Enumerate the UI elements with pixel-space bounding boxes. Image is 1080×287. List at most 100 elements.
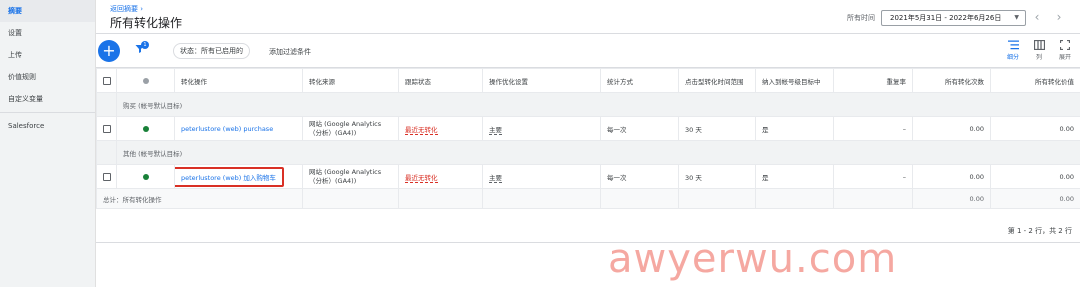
row-counting: 每一次 (600, 116, 679, 141)
header-click-window[interactable]: 点击型转化时间范围 (678, 68, 756, 93)
header-action[interactable]: 转化操作 (174, 68, 303, 93)
plus-icon: + (102, 41, 116, 60)
total-all-conversions: 0.00 (912, 188, 991, 209)
header-include[interactable]: 纳入到帐号级目标中 (755, 68, 834, 93)
tracking-status[interactable]: 最近无转化 (405, 173, 438, 183)
header-source[interactable]: 转化来源 (302, 68, 399, 93)
row-tracking-cell: 最近无转化 (398, 116, 483, 141)
expand-label: 展开 (1058, 54, 1071, 61)
row-optimization-cell: 主要 (482, 116, 601, 141)
add-filter-button[interactable]: 添加过滤条件 (269, 47, 311, 57)
next-period-button[interactable]: › (1052, 10, 1066, 26)
row-all-value: 0.00 (990, 164, 1080, 189)
tracking-status[interactable]: 最近无转化 (405, 125, 438, 135)
status-filter-chip[interactable]: 状态：所有已启用的 (173, 43, 250, 59)
total-row: 总计：所有转化操作 0.00 0.00 (96, 188, 1080, 209)
add-conversion-button[interactable]: + (98, 40, 120, 62)
sidebar-item-uploads[interactable]: 上传 (0, 44, 95, 66)
row-checkbox[interactable] (103, 124, 111, 133)
row-counting: 每一次 (600, 164, 679, 189)
table-row: peterlustore (web) 加入购物车 网站 (Google Anal… (96, 164, 1080, 189)
group-spacer (96, 140, 117, 165)
date-range-picker[interactable]: 2021年5月31日 - 2022年6月26日 ▼ (881, 10, 1026, 26)
optimization-setting[interactable]: 主要 (489, 125, 502, 135)
total-empty (482, 188, 601, 209)
watermark-text: awyerwu.com (608, 236, 898, 282)
conversion-action-link[interactable]: peterlustore (web) purchase (181, 125, 273, 133)
header-repeat[interactable]: 重复率 (833, 68, 913, 93)
row-click-window: 30 天 (678, 116, 756, 141)
row-tracking-cell: 最近无转化 (398, 164, 483, 189)
status-header (116, 68, 175, 93)
row-click-window: 30 天 (678, 164, 756, 189)
chevron-left-icon: ‹ (1034, 10, 1040, 24)
sidebar-item-summary[interactable]: 摘要 (0, 0, 95, 22)
row-all-value: 0.00 (990, 116, 1080, 141)
table-toolbar: + 1 状态：所有已启用的 添加过滤条件 细分 列 展开 (96, 34, 1080, 68)
group-label: 购买 (帐号默认目标) (116, 92, 1080, 117)
total-empty (600, 188, 679, 209)
row-optimization-cell: 主要 (482, 164, 601, 189)
group-label: 其他 (帐号默认目标) (116, 140, 1080, 165)
status-enabled-icon (142, 125, 149, 132)
group-row-purchase: 购买 (帐号默认目标) (96, 92, 1080, 117)
columns-button[interactable]: 列 (1028, 40, 1050, 66)
total-all-value: 0.00 (990, 188, 1080, 209)
table-row: peterlustore (web) purchase 网站 (Google A… (96, 116, 1080, 141)
optimization-setting[interactable]: 主要 (489, 173, 502, 183)
previous-period-button[interactable]: ‹ (1030, 10, 1044, 26)
header-tracking[interactable]: 跟踪状态 (398, 68, 483, 93)
segment-label: 细分 (1006, 54, 1019, 61)
status-dot-icon (142, 77, 149, 84)
row-repeat: – (833, 116, 913, 141)
chevron-right-icon: › (1056, 10, 1062, 24)
header-optimization[interactable]: 操作优化设置 (482, 68, 601, 93)
row-checkbox[interactable] (103, 172, 111, 181)
total-empty (755, 188, 834, 209)
row-all-conversions: 0.00 (912, 164, 991, 189)
pagination-summary: 第 1 - 2 行，共 2 行 (1007, 227, 1072, 235)
header-all-value[interactable]: 所有转化价值 (990, 68, 1080, 93)
expand-icon (1060, 40, 1070, 50)
row-source: 网站 (Google Analytics（分析）(GA4)) (302, 116, 399, 141)
segment-icon (1007, 40, 1019, 50)
sidebar-item-value-rules[interactable]: 价值规则 (0, 66, 95, 88)
highlight-box: peterlustore (web) 加入购物车 (175, 166, 284, 187)
expand-button[interactable]: 展开 (1054, 40, 1076, 66)
row-all-conversions: 0.00 (912, 116, 991, 141)
sidebar-item-settings[interactable]: 设置 (0, 22, 95, 44)
header-all-conversions[interactable]: 所有转化次数 (912, 68, 991, 93)
date-range-value: 2021年5月31日 - 2022年6月26日 (890, 14, 1002, 22)
chevron-right-icon: › (140, 5, 144, 13)
columns-label: 列 (1035, 54, 1042, 61)
sidebar-item-custom-variables[interactable]: 自定义变量 (0, 88, 95, 110)
total-empty (302, 188, 399, 209)
row-include: 是 (755, 164, 834, 189)
page-header: 返回摘要 › 所有转化操作 所有时间 2021年5月31日 - 2022年6月2… (96, 0, 1080, 34)
select-all-checkbox[interactable] (103, 76, 111, 85)
header-counting[interactable]: 统计方式 (600, 68, 679, 93)
row-source: 网站 (Google Analytics（分析）(GA4)) (302, 164, 399, 189)
sidebar-item-salesforce[interactable]: Salesforce (0, 115, 95, 137)
page-title: 所有转化操作 (110, 16, 183, 30)
row-status-cell (116, 116, 175, 141)
total-empty (398, 188, 483, 209)
select-all-cell (96, 68, 117, 93)
row-status-cell (116, 164, 175, 189)
conversion-action-link[interactable]: peterlustore (web) 加入购物车 (181, 174, 276, 182)
caret-down-icon: ▼ (1014, 14, 1019, 21)
total-empty (833, 188, 913, 209)
row-select-cell (96, 116, 117, 141)
segment-button[interactable]: 细分 (1002, 40, 1024, 66)
main-content: 返回摘要 › 所有转化操作 所有时间 2021年5月31日 - 2022年6月2… (96, 0, 1080, 287)
total-label: 总计：所有转化操作 (96, 188, 303, 209)
row-action-cell: peterlustore (web) 加入购物车 (174, 164, 303, 189)
row-select-cell (96, 164, 117, 189)
date-range-label: 所有时间 (847, 14, 875, 22)
status-enabled-icon (142, 173, 149, 180)
columns-icon (1033, 40, 1045, 50)
back-link-label[interactable]: 返回摘要 (110, 5, 138, 13)
table-header-row: 转化操作 转化来源 跟踪状态 操作优化设置 统计方式 点击型转化时间范围 纳入到… (96, 68, 1080, 93)
group-spacer (96, 92, 117, 117)
back-link[interactable]: 返回摘要 › (110, 4, 143, 14)
